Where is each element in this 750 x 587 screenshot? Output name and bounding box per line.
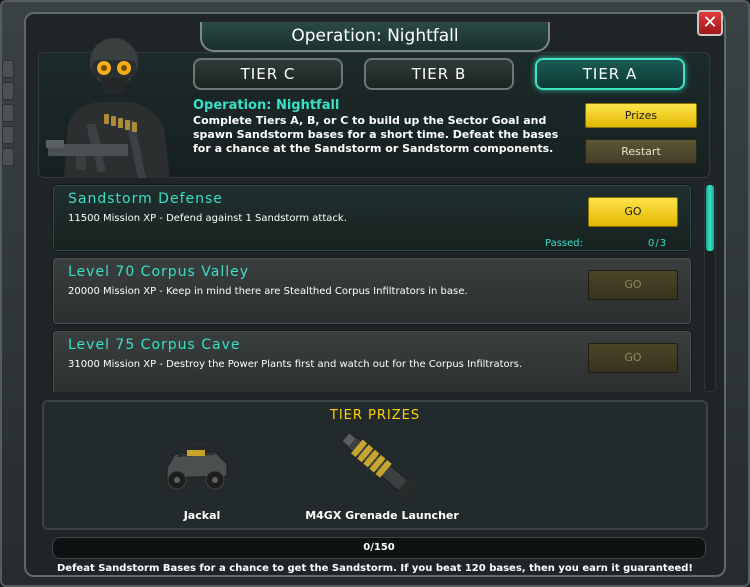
mission-description: 31000 Mission XP - Destroy the Power Pla… xyxy=(68,359,523,370)
side-bolts xyxy=(2,60,16,190)
prize-item[interactable]: Jackal xyxy=(122,432,282,524)
prize-label: M4GX Grenade Launcher xyxy=(305,509,459,522)
passed-label: Passed: xyxy=(545,238,583,249)
scroll-thumb[interactable] xyxy=(706,185,714,251)
go-button[interactable]: GO xyxy=(588,270,678,300)
bolt xyxy=(2,126,14,144)
prize-label: Jackal xyxy=(183,509,221,522)
tier-prizes-panel: TIER PRIZES Jackal M4GX Grenade Launcher xyxy=(42,400,708,530)
tab-tier-c[interactable]: TIER C xyxy=(193,58,343,90)
restart-button[interactable]: Restart xyxy=(585,139,697,164)
tab-tier-a[interactable]: TIER A xyxy=(535,58,685,90)
mission-name: Level 75 Corpus Cave xyxy=(68,337,241,353)
mission-item: Sandstorm Defense 11500 Mission XP - Def… xyxy=(52,184,692,252)
window-title: Operation: Nightfall xyxy=(200,22,550,52)
mission-description: 20000 Mission XP - Keep in mind there ar… xyxy=(68,286,468,297)
footer-text: Defeat Sandstorm Bases for a chance to g… xyxy=(57,563,693,574)
bolt xyxy=(2,82,14,100)
soldier-portrait xyxy=(46,38,170,178)
mission-list: Sandstorm Defense 11500 Mission XP - Def… xyxy=(52,182,702,392)
progress-bar: 0/150 xyxy=(52,537,706,559)
passed-value: 0/3 xyxy=(648,238,668,249)
progress-text: 0/150 xyxy=(363,542,395,553)
bolt xyxy=(2,148,14,166)
mission-item: Level 75 Corpus Cave 31000 Mission XP - … xyxy=(52,330,692,392)
tier-tabs: TIER C TIER B TIER A xyxy=(193,58,685,90)
go-button[interactable]: GO xyxy=(588,343,678,373)
mission-item: Level 70 Corpus Valley 20000 Mission XP … xyxy=(52,257,692,325)
mission-name: Sandstorm Defense xyxy=(68,191,223,207)
tab-tier-b[interactable]: TIER B xyxy=(364,58,514,90)
go-button[interactable]: GO xyxy=(588,197,678,227)
close-button[interactable]: ✕ xyxy=(697,10,723,36)
prize-item[interactable]: M4GX Grenade Launcher xyxy=(302,432,462,524)
grenade-launcher-icon xyxy=(342,433,417,499)
mission-name: Level 70 Corpus Valley xyxy=(68,264,250,280)
jackal-vehicle-icon xyxy=(166,443,228,490)
bolt xyxy=(2,104,14,122)
mission-description: 11500 Mission XP - Defend against 1 Sand… xyxy=(68,213,347,224)
operation-description: Complete Tiers A, B, or C to build up th… xyxy=(193,114,559,155)
bolt xyxy=(2,60,14,78)
close-icon: ✕ xyxy=(702,12,718,33)
prizes-button[interactable]: Prizes xyxy=(585,103,697,128)
operation-title: Operation: Nightfall xyxy=(193,98,340,113)
mission-scrollbar[interactable] xyxy=(704,182,716,392)
tier-prizes-title: TIER PRIZES xyxy=(329,408,421,423)
